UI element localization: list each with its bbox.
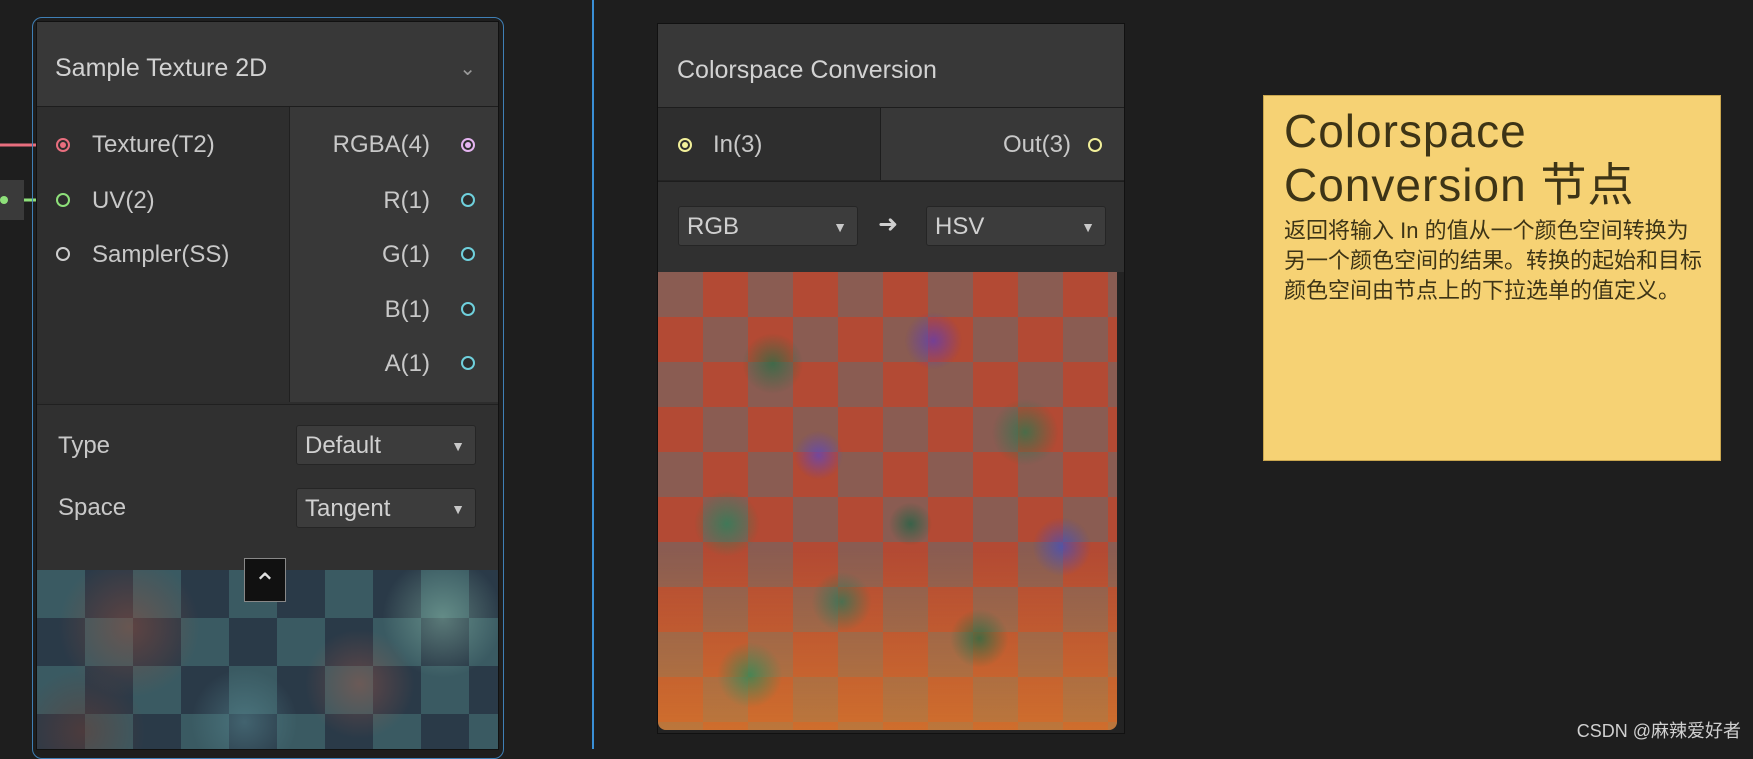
arrow-right-icon: ➜ [878, 211, 899, 238]
sticky-note[interactable]: Colorspace Conversion 节点 返回将输入 In 的值从一个颜… [1263, 95, 1721, 461]
uv-input-port[interactable] [56, 193, 70, 207]
texture-input-port[interactable] [56, 138, 70, 152]
rgba-output-label: RGBA(4) [332, 131, 430, 158]
out-output-label: Out(3) [1002, 131, 1071, 158]
graph-divider-line [592, 0, 594, 749]
g-output-port[interactable] [461, 247, 475, 261]
colorspace-conversion-node[interactable]: Colorspace Conversion In(3) Out(3) RGB ▼… [658, 24, 1124, 733]
type-dropdown-value: Default [305, 432, 382, 459]
g-output-label: G(1) [382, 241, 430, 268]
a-output-port[interactable] [461, 356, 475, 370]
space-dropdown-value: Tangent [305, 495, 391, 522]
a-output-label: A(1) [384, 350, 430, 377]
sticky-title-line-1: Colorspace [1284, 105, 1527, 157]
space-dropdown[interactable]: Tangent ▼ [296, 488, 476, 528]
b-output-port[interactable] [461, 302, 475, 316]
rgba-output-port[interactable] [461, 138, 475, 152]
node-title: Colorspace Conversion [677, 56, 937, 84]
upstream-uv-port[interactable] [0, 196, 8, 204]
to-colorspace-value: HSV [935, 213, 985, 240]
sticky-title-line-2: Conversion 节点 [1284, 159, 1635, 211]
uv-input-label: UV(2) [92, 187, 155, 214]
dropdown-arrow-icon: ▼ [833, 219, 847, 235]
node-header[interactable]: Colorspace Conversion [658, 24, 1124, 108]
from-colorspace-value: RGB [687, 213, 740, 240]
collapse-preview-button[interactable]: ⌃ [244, 558, 286, 602]
to-colorspace-dropdown[interactable]: HSV ▼ [926, 206, 1106, 246]
sticky-note-body: 返回将输入 In 的值从一个颜色空间转换为另一个颜色空间的结果。转换的起始和目标… [1284, 218, 1703, 303]
node-header[interactable]: Sample Texture 2D ⌄ [37, 22, 498, 107]
in-input-label: In(3) [713, 131, 763, 158]
in-input-port[interactable] [678, 138, 692, 152]
sticky-note-title: Colorspace Conversion 节点 [1284, 104, 1704, 212]
r-output-port[interactable] [461, 193, 475, 207]
dropdown-arrow-icon: ▼ [1081, 219, 1095, 235]
sampler-input-label: Sampler(SS) [92, 241, 230, 268]
chevron-down-icon[interactable]: ⌄ [459, 56, 476, 81]
sampler-input-port[interactable] [56, 247, 70, 261]
shader-graph-canvas[interactable]: Sample Texture 2D ⌄ Texture(T2) UV(2) Sa… [0, 0, 1753, 759]
type-dropdown[interactable]: Default ▼ [296, 425, 476, 465]
chevron-up-icon: ⌃ [253, 568, 277, 599]
out-output-port[interactable] [1088, 138, 1102, 152]
type-label: Type [58, 432, 111, 459]
b-output-label: B(1) [384, 296, 430, 323]
sample-texture-2d-node[interactable]: Sample Texture 2D ⌄ Texture(T2) UV(2) Sa… [37, 22, 498, 749]
dropdown-arrow-icon: ▼ [451, 438, 465, 454]
node-title: Sample Texture 2D [55, 54, 268, 82]
space-label: Space [58, 494, 127, 521]
from-colorspace-dropdown[interactable]: RGB ▼ [678, 206, 858, 246]
conversion-preview-image [658, 272, 1117, 730]
r-output-label: R(1) [383, 187, 430, 214]
dropdown-arrow-icon: ▼ [451, 501, 465, 517]
watermark: CSDN @麻辣爱好者 [1576, 721, 1741, 741]
texture-input-label: Texture(T2) [92, 131, 215, 158]
